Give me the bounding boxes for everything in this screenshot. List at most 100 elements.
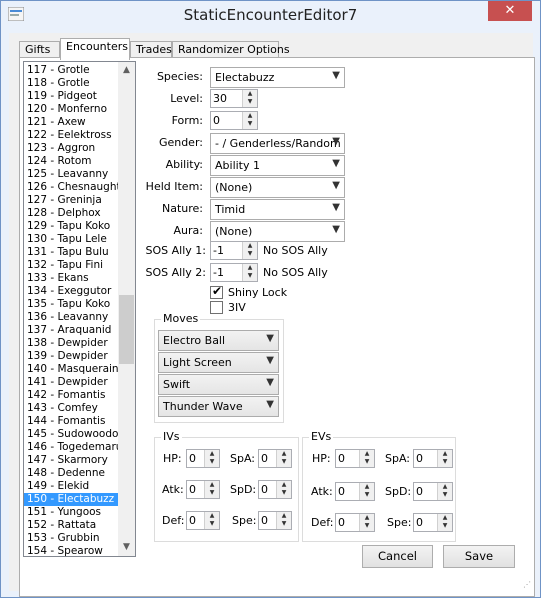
spin-up-icon[interactable]: ▲ (277, 481, 291, 489)
spin-down-icon[interactable]: ▼ (277, 458, 291, 466)
save-button[interactable]: Save (443, 545, 515, 568)
species-select[interactable]: Electabuzz ▼ (210, 67, 345, 88)
spin-down-icon[interactable]: ▼ (205, 458, 219, 466)
list-item[interactable]: 133 - Ekans (24, 272, 118, 285)
list-item[interactable]: 125 - Leavanny (24, 168, 118, 181)
list-item[interactable]: 124 - Rotom (24, 155, 118, 168)
list-item[interactable]: 123 - Aggron (24, 142, 118, 155)
scroll-thumb[interactable] (119, 295, 134, 364)
spin-down-icon[interactable]: ▼ (205, 520, 219, 528)
list-item[interactable]: 141 - Dewpider (24, 376, 118, 389)
list-item[interactable]: 136 - Leavanny (24, 311, 118, 324)
ev-hp-spin[interactable]: ▲ ▼ (359, 450, 374, 467)
spin-up-icon[interactable]: ▲ (277, 450, 291, 458)
spin-up-icon[interactable]: ▲ (205, 512, 219, 520)
list-item[interactable]: 119 - Pidgeot (24, 90, 118, 103)
spin-up-icon[interactable]: ▲ (205, 450, 219, 458)
spin-down-icon[interactable]: ▼ (277, 489, 291, 497)
iv-spd-spin[interactable]: ▲ ▼ (276, 481, 291, 498)
close-icon[interactable]: ✕ (488, 1, 532, 21)
spin-down-icon[interactable]: ▼ (438, 522, 452, 530)
spin-down-icon[interactable]: ▼ (243, 250, 257, 258)
iv-hp-spin[interactable]: ▲ ▼ (204, 450, 219, 467)
list-item[interactable]: 127 - Greninja (24, 194, 118, 207)
ev-spa-spin[interactable]: ▲ ▼ (437, 450, 452, 467)
held-item-select[interactable]: (None) ▼ (210, 177, 345, 198)
spin-up-icon[interactable]: ▲ (205, 481, 219, 489)
list-item[interactable]: 143 - Comfey (24, 402, 118, 415)
list-item[interactable]: 120 - Monferno (24, 103, 118, 116)
list-item[interactable]: 130 - Tapu Lele (24, 233, 118, 246)
ev-atk-stepper[interactable]: 0 ▲ ▼ (335, 482, 375, 501)
form-spin[interactable]: ▲ ▼ (242, 112, 257, 129)
level-spin[interactable]: ▲ ▼ (242, 90, 257, 107)
move-4-select[interactable]: Thunder Wave ▼ (158, 396, 279, 417)
encounter-list[interactable]: 117 - Grotle 118 - Grotle 119 - Pidgeot 120… (23, 61, 136, 557)
level-stepper[interactable]: 30 ▲ ▼ (210, 89, 258, 108)
list-item[interactable]: 132 - Tapu Fini (24, 259, 118, 272)
list-item[interactable]: 126 - Chesnaught (24, 181, 121, 194)
list-item[interactable]: 152 - Rattata (24, 519, 118, 532)
spin-down-icon[interactable]: ▼ (360, 522, 374, 530)
cancel-button[interactable]: Cancel (362, 545, 433, 568)
list-item[interactable]: 117 - Grotle (24, 64, 118, 77)
iv-spe-spin[interactable]: ▲ ▼ (276, 512, 291, 529)
list-item[interactable]: 128 - Delphox (24, 207, 118, 220)
list-item[interactable]: 151 - Yungoos (24, 506, 118, 519)
spin-down-icon[interactable]: ▼ (360, 458, 374, 466)
ev-def-spin[interactable]: ▲ ▼ (359, 514, 374, 531)
nature-select[interactable]: Timid ▼ (210, 199, 345, 220)
spin-down-icon[interactable]: ▼ (243, 98, 257, 106)
move-2-select[interactable]: Light Screen ▼ (158, 352, 279, 373)
spin-down-icon[interactable]: ▼ (438, 458, 452, 466)
sos-ally-1-spin[interactable]: ▲ ▼ (242, 242, 257, 259)
ev-def-stepper[interactable]: 0 ▲ ▼ (335, 513, 375, 532)
spin-down-icon[interactable]: ▼ (243, 272, 257, 280)
list-item[interactable]: 146 - Togedemaru (24, 441, 122, 454)
spin-down-icon[interactable]: ▼ (360, 491, 374, 499)
ev-spd-stepper[interactable]: 0 ▲ ▼ (413, 482, 453, 501)
spin-up-icon[interactable]: ▲ (243, 264, 257, 272)
move-3-select[interactable]: Swift ▼ (158, 374, 279, 395)
spin-up-icon[interactable]: ▲ (277, 512, 291, 520)
list-item[interactable]: 131 - Tapu Bulu (24, 246, 118, 259)
ev-spd-spin[interactable]: ▲ ▼ (437, 483, 452, 500)
spin-up-icon[interactable]: ▲ (438, 514, 452, 522)
list-item[interactable]: 134 - Exeggutor (24, 285, 118, 298)
spin-up-icon[interactable]: ▲ (243, 112, 257, 120)
list-item[interactable]: 154 - Spearow (24, 545, 118, 556)
ev-spe-spin[interactable]: ▲ ▼ (437, 514, 452, 531)
list-item[interactable]: 148 - Dedenne (24, 467, 118, 480)
sos-ally-2-stepper[interactable]: -1 ▲ ▼ (210, 263, 258, 282)
ev-spe-stepper[interactable]: 0 ▲ ▼ (413, 513, 453, 532)
gender-select[interactable]: - / Genderless/Random ▼ (210, 133, 345, 154)
ability-select[interactable]: Ability 1 ▼ (210, 155, 345, 176)
iv-spa-spin[interactable]: ▲ ▼ (276, 450, 291, 467)
spin-up-icon[interactable]: ▲ (438, 450, 452, 458)
list-item[interactable]: 121 - Axew (24, 116, 118, 129)
list-item[interactable]: 139 - Dewpider (24, 350, 118, 363)
move-1-select[interactable]: Electro Ball ▼ (158, 330, 279, 351)
iv-hp-stepper[interactable]: 0 ▲ ▼ (186, 449, 220, 468)
iv-atk-stepper[interactable]: 0 ▲ ▼ (186, 480, 220, 499)
iv-spe-stepper[interactable]: 0 ▲ ▼ (258, 511, 292, 530)
list-item[interactable]: 138 - Dewpider (24, 337, 118, 350)
list-item[interactable]: 129 - Tapu Koko (24, 220, 118, 233)
spin-up-icon[interactable]: ▲ (360, 450, 374, 458)
ev-hp-stepper[interactable]: 0 ▲ ▼ (335, 449, 375, 468)
spin-down-icon[interactable]: ▼ (205, 489, 219, 497)
ev-atk-spin[interactable]: ▲ ▼ (359, 483, 374, 500)
spin-up-icon[interactable]: ▲ (360, 514, 374, 522)
spin-up-icon[interactable]: ▲ (438, 483, 452, 491)
iv-spd-stepper[interactable]: 0 ▲ ▼ (258, 480, 292, 499)
list-item[interactable]: 140 - Masquerain (24, 363, 119, 376)
list-item[interactable]: 149 - Elekid (24, 480, 118, 493)
spin-down-icon[interactable]: ▼ (277, 520, 291, 528)
ev-spa-stepper[interactable]: 0 ▲ ▼ (413, 449, 453, 468)
spin-down-icon[interactable]: ▼ (438, 491, 452, 499)
iv-def-spin[interactable]: ▲ ▼ (204, 512, 219, 529)
list-item[interactable]: 150 - Electabuzz (24, 493, 118, 506)
sos-ally-1-stepper[interactable]: -1 ▲ ▼ (210, 241, 258, 260)
list-item[interactable]: 122 - Eelektross (24, 129, 118, 142)
three-iv-checkbox[interactable] (210, 301, 223, 314)
